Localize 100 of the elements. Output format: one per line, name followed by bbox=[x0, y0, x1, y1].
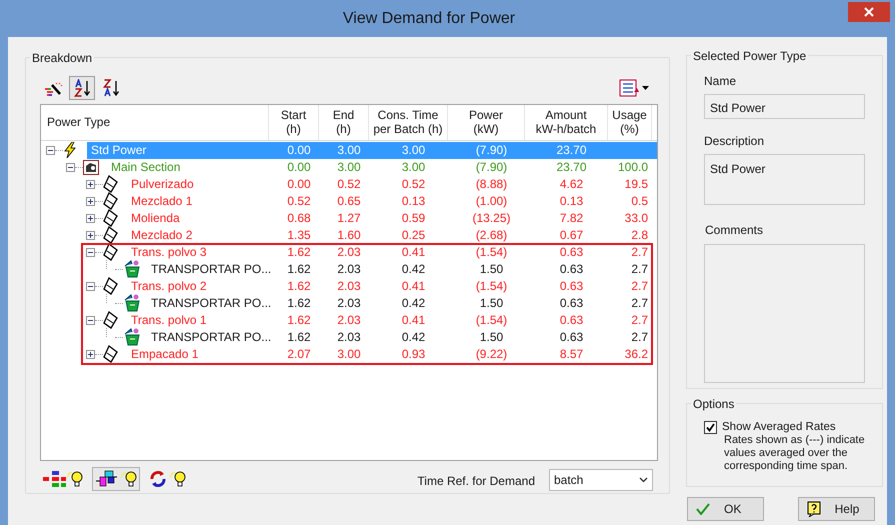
column-header[interactable]: Cons. Time per Batch (h) bbox=[369, 104, 448, 140]
table-cell-text: 7.82 bbox=[558, 210, 584, 228]
field-label: Time Ref. for Demand bbox=[417, 472, 535, 490]
tree-row[interactable]: Trans. polvo 3 1.62 2.03 0.41 (1.54) 0.63 2.7 bbox=[127, 244, 657, 261]
table-cell-text: 0.52 bbox=[286, 193, 312, 210]
column-header[interactable]: Power (kW) bbox=[448, 104, 525, 140]
description-field[interactable]: Std Power bbox=[704, 154, 865, 205]
bucket-icon bbox=[123, 294, 141, 312]
tree-row[interactable]: Molienda 0.68 1.27 0.59 (13.25) 7.82 33.0 bbox=[127, 210, 657, 227]
table-cell-text: 0.13 bbox=[400, 193, 426, 210]
table-cell-text: 2.03 bbox=[336, 329, 362, 346]
comments-field[interactable] bbox=[704, 244, 865, 383]
step-icon bbox=[103, 311, 119, 330]
column-header[interactable]: Power Type bbox=[41, 104, 269, 140]
table-cell-text: 1.62 bbox=[286, 295, 312, 312]
collapse-icon[interactable] bbox=[86, 316, 95, 325]
step-icon bbox=[103, 243, 119, 262]
column-header[interactable]: End (h) bbox=[319, 104, 369, 140]
table-cell-text: (9.22) bbox=[474, 346, 508, 364]
table-cell-text: 0.42 bbox=[400, 295, 426, 312]
collapse-icon[interactable] bbox=[46, 146, 55, 155]
table-cell-text: 0.00 bbox=[286, 176, 312, 194]
help-button[interactable]: Help bbox=[798, 497, 875, 521]
table-cell-text: 2.7 bbox=[630, 244, 649, 262]
tree-row[interactable]: Main Section 0.00 3.00 3.00 (7.90) 23.70 100.0 bbox=[107, 158, 657, 176]
tree-row[interactable]: Empacado 1 2.07 3.00 0.93 (9.22) 8.57 36.2 bbox=[127, 346, 657, 363]
table-cell-text: 0.59 bbox=[400, 210, 426, 228]
tree-row[interactable]: Mezclado 1 0.52 0.65 0.13 (1.00) 0.13 0.5 bbox=[127, 192, 657, 210]
tree-item-label: TRANSPORTAR PO... bbox=[150, 329, 272, 346]
tree-item-label: TRANSPORTAR PO... bbox=[150, 261, 272, 278]
table-cell-text: 100.0 bbox=[616, 159, 649, 176]
table-cell-text: 3.00 bbox=[336, 346, 362, 364]
expand-icon[interactable] bbox=[86, 350, 95, 359]
table-cell-text: 0.52 bbox=[400, 176, 426, 194]
tree-row[interactable]: Mezclado 2 1.35 1.60 0.25 (2.68) 0.67 2.8 bbox=[127, 226, 657, 244]
time-ref-dropdown[interactable]: batch bbox=[549, 468, 653, 491]
tree-row[interactable]: Trans. polvo 1 1.62 2.03 0.41 (1.54) 0.63 2.7 bbox=[127, 312, 657, 329]
table-cell-text: 2.7 bbox=[630, 312, 649, 330]
table-cell-text: 1.62 bbox=[286, 244, 312, 262]
step-icon bbox=[103, 226, 119, 244]
expand-icon[interactable] bbox=[86, 214, 95, 223]
table-cell-text: 0.52 bbox=[336, 176, 362, 194]
table-cell-text: 33.0 bbox=[624, 210, 649, 228]
ok-button[interactable]: OK bbox=[687, 497, 764, 521]
hierarchy-bulb-icon bbox=[43, 470, 83, 488]
table-cell-text: 0.42 bbox=[400, 329, 426, 346]
column-header[interactable]: Usage (%) bbox=[608, 104, 652, 140]
column-options-button[interactable] bbox=[619, 77, 649, 100]
checkbox-label[interactable]: Show Averaged Rates bbox=[722, 421, 865, 434]
table-cell-text: 19.5 bbox=[624, 176, 649, 194]
table-cell-text: (1.54) bbox=[474, 244, 508, 262]
step-icon bbox=[103, 192, 119, 210]
chevron-down-icon bbox=[639, 476, 648, 483]
toolbar-button[interactable] bbox=[69, 76, 95, 100]
tree-item-label: Pulverizado bbox=[130, 176, 195, 194]
collapse-icon[interactable] bbox=[86, 282, 95, 291]
tree-row[interactable]: Pulverizado 0.00 0.52 0.52 (8.88) 4.62 19.5 bbox=[127, 176, 657, 193]
sort-ascending-icon bbox=[73, 79, 91, 98]
expand-icon[interactable] bbox=[86, 196, 95, 206]
table-cell-text: 2.03 bbox=[336, 312, 362, 330]
table-cell-text: (13.25) bbox=[471, 210, 512, 228]
table-cell-text: 0.68 bbox=[286, 210, 312, 228]
tree-row[interactable]: Trans. polvo 2 1.62 2.03 0.41 (1.54) 0.63 2.7 bbox=[127, 278, 657, 295]
help-icon bbox=[806, 501, 821, 517]
table-cell-text: 0.63 bbox=[558, 295, 584, 312]
name-field[interactable]: Std Power bbox=[704, 94, 865, 119]
table-cell-text: (7.90) bbox=[474, 159, 508, 176]
table-cell-text: 2.7 bbox=[630, 261, 649, 278]
expand-icon[interactable] bbox=[86, 230, 95, 240]
list-icon bbox=[619, 79, 639, 98]
table-cell-text: (8.88) bbox=[474, 176, 508, 194]
collapse-icon[interactable] bbox=[66, 162, 75, 172]
collapse-icon[interactable] bbox=[86, 248, 95, 257]
table-cell-text: 0.00 bbox=[286, 159, 312, 176]
show-averaged-checkbox[interactable] bbox=[704, 421, 717, 434]
table-cell-text: (1.54) bbox=[474, 312, 508, 330]
close-button[interactable] bbox=[848, 2, 890, 22]
section-icon bbox=[83, 160, 99, 175]
expand-icon[interactable] bbox=[86, 180, 95, 189]
tree-row[interactable]: TRANSPORTAR PO... 1.62 2.03 0.42 1.50 0.63 2.7 bbox=[147, 260, 657, 278]
field-label: Description bbox=[704, 133, 766, 150]
tree-row[interactable]: TRANSPORTAR PO... 1.62 2.03 0.42 1.50 0.63 2.7 bbox=[147, 294, 657, 312]
column-header[interactable]: Start (h) bbox=[269, 104, 319, 140]
tree-item-label: Molienda bbox=[130, 210, 181, 228]
lightning-icon bbox=[63, 142, 77, 158]
tree-row[interactable]: TRANSPORTAR PO... 1.62 2.03 0.42 1.50 0.63 2.7 bbox=[147, 328, 657, 346]
table-cell-text: 1.50 bbox=[478, 329, 504, 346]
table-cell-text: 3.00 bbox=[400, 142, 426, 160]
table-cell-text: 1.60 bbox=[336, 227, 362, 244]
toolbar-button[interactable] bbox=[92, 466, 140, 491]
bucket-icon bbox=[123, 260, 141, 278]
table-cell-text: 0.63 bbox=[558, 261, 584, 278]
table-cell-text: 3.00 bbox=[336, 142, 362, 160]
table-cell-text: 36.2 bbox=[624, 346, 649, 364]
table-cell-text: (7.90) bbox=[474, 142, 508, 160]
column-header[interactable]: Amount kW-h/batch bbox=[525, 104, 608, 140]
close-icon bbox=[864, 6, 874, 16]
table-cell-text: (1.54) bbox=[474, 278, 508, 296]
table-cell-text: 3.00 bbox=[336, 159, 362, 176]
tree-item-label: Trans. polvo 1 bbox=[130, 312, 208, 330]
